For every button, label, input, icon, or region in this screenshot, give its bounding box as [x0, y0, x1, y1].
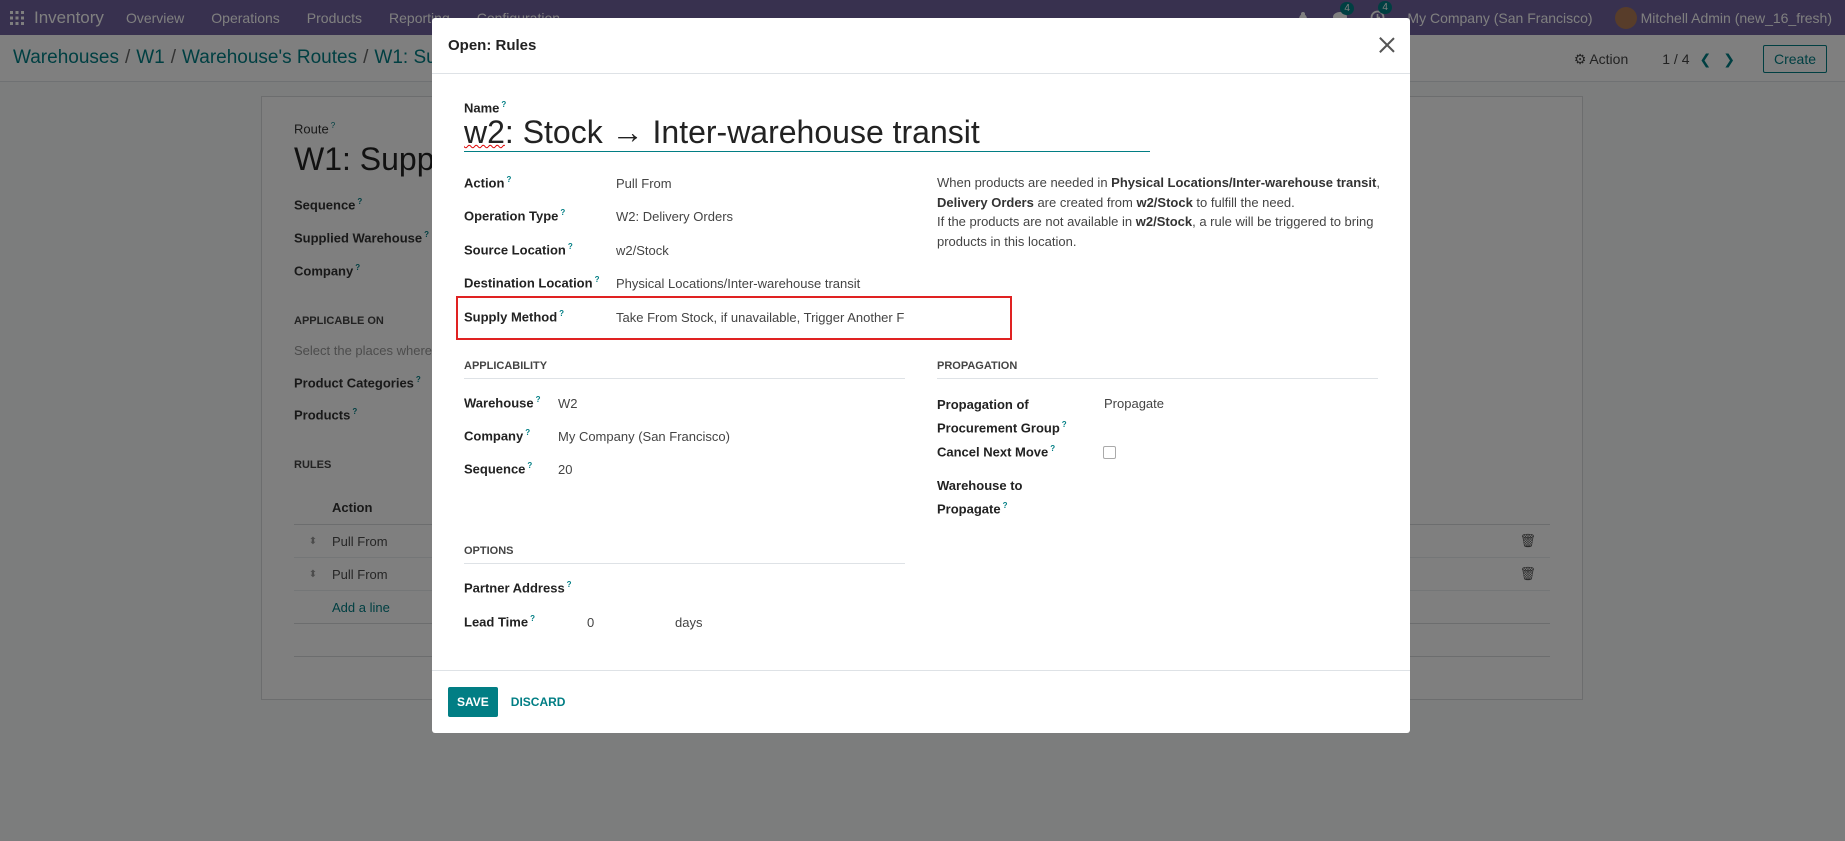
warehouse-label: Warehouse?: [464, 395, 541, 411]
lead-time-label: Lead Time?: [464, 614, 535, 630]
supply-method-select[interactable]: Take From Stock, if unavailable, Trigger…: [616, 310, 906, 325]
name-value-prefix: w2: [464, 114, 505, 150]
cancel-next-move-checkbox[interactable]: [1103, 446, 1116, 459]
name-value-rest: : Stock → Inter-warehouse transit: [504, 114, 980, 150]
company-label: Company?: [464, 428, 531, 444]
partner-address-label: Partner Address?: [464, 580, 572, 596]
operation-type-label: Operation Type?: [464, 208, 566, 224]
lead-time-unit: days: [675, 615, 703, 630]
warehouse-to-propagate-label: Warehouse to Propagate?: [937, 478, 1023, 516]
save-button[interactable]: SAVE: [448, 687, 498, 717]
source-location-field[interactable]: w2/Stock: [616, 243, 669, 258]
sequence-label: Sequence?: [464, 461, 533, 477]
dialog-title: Open: Rules: [448, 37, 537, 54]
dialog-header: Open: Rules: [432, 18, 1410, 74]
lead-time-input[interactable]: 0: [587, 615, 594, 630]
operation-type-field[interactable]: W2: Delivery Orders: [616, 209, 733, 224]
options-heading: OPTIONS: [464, 545, 905, 564]
dialog-footer: SAVE DISCARD: [432, 670, 1410, 733]
sequence-field[interactable]: 20: [558, 462, 572, 477]
supply-method-label: Supply Method?: [464, 309, 565, 325]
applicability-heading: APPLICABILITY: [464, 360, 905, 379]
destination-location-field[interactable]: Physical Locations/Inter-warehouse trans…: [616, 276, 864, 291]
warehouse-field[interactable]: W2: [558, 396, 578, 411]
propagation-group-label: Propagation of Procurement Group?: [937, 397, 1067, 435]
cancel-next-move-label: Cancel Next Move?: [937, 444, 1056, 460]
close-icon[interactable]: [1376, 34, 1398, 56]
action-label: Action?: [464, 175, 512, 191]
propagation-group-select[interactable]: Propagate: [1104, 396, 1164, 411]
rules-dialog: Open: Rules Name? w2: Stock → Inter-ware…: [432, 18, 1410, 733]
destination-location-label: Destination Location?: [464, 275, 600, 291]
name-input[interactable]: w2: Stock → Inter-warehouse transit: [464, 114, 1150, 152]
action-select[interactable]: Pull From: [616, 176, 672, 191]
company-field[interactable]: My Company (San Francisco): [558, 429, 730, 444]
discard-button[interactable]: DISCARD: [511, 695, 566, 709]
source-location-label: Source Location?: [464, 242, 573, 258]
propagation-heading: PROPAGATION: [937, 360, 1378, 379]
rule-help-text: When products are needed in Physical Loc…: [937, 175, 1380, 249]
